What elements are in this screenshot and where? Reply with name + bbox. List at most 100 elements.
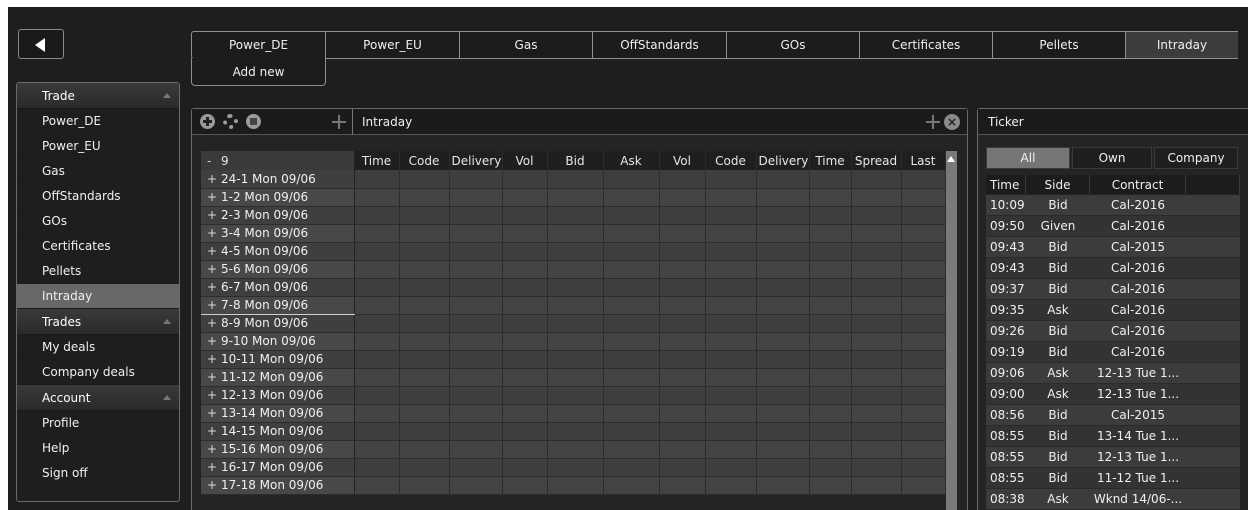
grid-cell[interactable] <box>603 350 660 369</box>
grid-cell[interactable] <box>354 260 400 279</box>
grid-cell[interactable] <box>705 206 757 225</box>
grid-cell[interactable] <box>705 314 757 333</box>
grid-cell[interactable] <box>399 440 450 459</box>
grid-cell[interactable] <box>399 170 450 189</box>
contract-row-label[interactable]: +10-11 Mon 09/06 <box>201 350 355 369</box>
sidebar-trades-header[interactable]: Trades <box>17 309 179 335</box>
expand-row-toggle[interactable]: + <box>207 280 221 294</box>
grid-cell[interactable] <box>901 188 946 207</box>
table-row[interactable]: +3-4 Mon 09/06 <box>201 224 946 243</box>
grid-cell[interactable] <box>756 404 810 423</box>
grid-cell[interactable] <box>354 332 400 351</box>
contract-row-label[interactable]: +3-4 Mon 09/06 <box>201 224 355 243</box>
grid-cell[interactable] <box>705 476 757 495</box>
grid-cell[interactable] <box>809 170 852 189</box>
tab-intraday[interactable]: Intraday <box>1125 31 1238 59</box>
grid-cell[interactable] <box>851 440 902 459</box>
ticker-row[interactable]: 08:38 Ask Wknd 14/06-... <box>986 489 1240 510</box>
grid-cell[interactable] <box>502 206 548 225</box>
grid-cell[interactable] <box>354 224 400 243</box>
tab-power-de[interactable]: Power_DE <box>191 31 325 59</box>
expand-row-toggle[interactable]: + <box>207 172 221 186</box>
grid-cell[interactable] <box>756 458 810 477</box>
grid-cell[interactable] <box>901 170 946 189</box>
grid-cell[interactable] <box>502 440 548 459</box>
table-row[interactable]: +12-13 Mon 09/06 <box>201 386 946 405</box>
grid-cell[interactable] <box>399 260 450 279</box>
table-row[interactable]: +8-9 Mon 09/06 <box>201 314 946 333</box>
grid-cell[interactable] <box>354 476 400 495</box>
close-panel-icon[interactable]: × <box>944 114 960 130</box>
table-row[interactable]: +6-7 Mon 09/06 <box>201 278 946 297</box>
table-row[interactable]: +2-3 Mon 09/06 <box>201 206 946 225</box>
ticker-row[interactable]: 08:55 Bid 12-13 Tue 1... <box>986 447 1240 468</box>
grid-cell[interactable] <box>354 368 400 387</box>
grid-cell[interactable] <box>547 422 604 441</box>
expand-row-toggle[interactable]: + <box>207 244 221 258</box>
grid-cell[interactable] <box>756 224 810 243</box>
column-header-delivery[interactable]: Delivery <box>449 151 503 170</box>
grid-cell[interactable] <box>901 224 946 243</box>
grid-cell[interactable] <box>851 242 902 261</box>
table-row[interactable]: +13-14 Mon 09/06 <box>201 404 946 423</box>
sidebar-item-gos[interactable]: GOs <box>17 209 179 234</box>
grid-cell[interactable] <box>756 206 810 225</box>
grid-cell[interactable] <box>354 296 400 315</box>
sidebar-item-help[interactable]: Help <box>17 436 179 461</box>
sidebar-item-certificates[interactable]: Certificates <box>17 234 179 259</box>
grid-cell[interactable] <box>547 314 604 333</box>
grid-cell[interactable] <box>502 188 548 207</box>
grid-cell[interactable] <box>809 296 852 315</box>
expand-row-toggle[interactable]: + <box>207 460 221 474</box>
grid-cell[interactable] <box>756 476 810 495</box>
grid-cell[interactable] <box>449 242 503 261</box>
tab-gas[interactable]: Gas <box>459 31 592 59</box>
grid-cell[interactable] <box>851 224 902 243</box>
grid-cell[interactable] <box>756 350 810 369</box>
grid-cell[interactable] <box>502 476 548 495</box>
sidebar-item-power-de[interactable]: Power_DE <box>17 109 179 134</box>
grid-cell[interactable] <box>809 206 852 225</box>
grid-cell[interactable] <box>603 440 660 459</box>
grid-cell[interactable] <box>354 188 400 207</box>
grid-cell[interactable] <box>354 206 400 225</box>
contract-row-label[interactable]: +6-7 Mon 09/06 <box>201 278 355 297</box>
grid-cell[interactable] <box>705 422 757 441</box>
table-row[interactable]: +14-15 Mon 09/06 <box>201 422 946 441</box>
table-row[interactable]: +16-17 Mon 09/06 <box>201 458 946 477</box>
grid-cell[interactable] <box>659 386 706 405</box>
grid-cell[interactable] <box>901 278 946 297</box>
contract-row-label[interactable]: +14-15 Mon 09/06 <box>201 422 355 441</box>
grid-cell[interactable] <box>502 368 548 387</box>
grid-cell[interactable] <box>399 386 450 405</box>
grid-cell[interactable] <box>399 188 450 207</box>
grid-cell[interactable] <box>547 404 604 423</box>
expand-row-toggle[interactable]: + <box>207 190 221 204</box>
sidebar-item-intraday[interactable]: Intraday <box>17 284 179 309</box>
grid-cell[interactable] <box>354 278 400 297</box>
grid-scrollbar[interactable] <box>946 151 957 510</box>
grid-cell[interactable] <box>901 242 946 261</box>
grid-cell[interactable] <box>449 188 503 207</box>
contract-row-label[interactable]: +11-12 Mon 09/06 <box>201 368 355 387</box>
grid-cell[interactable] <box>901 476 946 495</box>
column-header-code[interactable]: Code <box>705 151 757 170</box>
grid-cell[interactable] <box>851 314 902 333</box>
grid-cell[interactable] <box>809 242 852 261</box>
grid-cell[interactable] <box>901 368 946 387</box>
table-row[interactable]: +24-1 Mon 09/06 <box>201 170 946 189</box>
grid-cell[interactable] <box>399 296 450 315</box>
grid-cell[interactable] <box>659 296 706 315</box>
sidebar-item-pellets[interactable]: Pellets <box>17 259 179 284</box>
grid-cell[interactable] <box>603 332 660 351</box>
grid-cell[interactable] <box>901 206 946 225</box>
grid-cell[interactable] <box>756 296 810 315</box>
ticker-row[interactable]: 09:26 Bid Cal-2016 <box>986 321 1240 342</box>
column-header-last[interactable]: Last <box>901 151 946 170</box>
grid-cell[interactable] <box>809 278 852 297</box>
ticker-row[interactable]: 09:35 Ask Cal-2016 <box>986 300 1240 321</box>
grid-cell[interactable] <box>659 224 706 243</box>
ticker-col-contract[interactable]: Contract <box>1090 175 1186 194</box>
ticker-col-time[interactable]: Time <box>986 175 1026 194</box>
stop-icon[interactable] <box>246 114 261 129</box>
